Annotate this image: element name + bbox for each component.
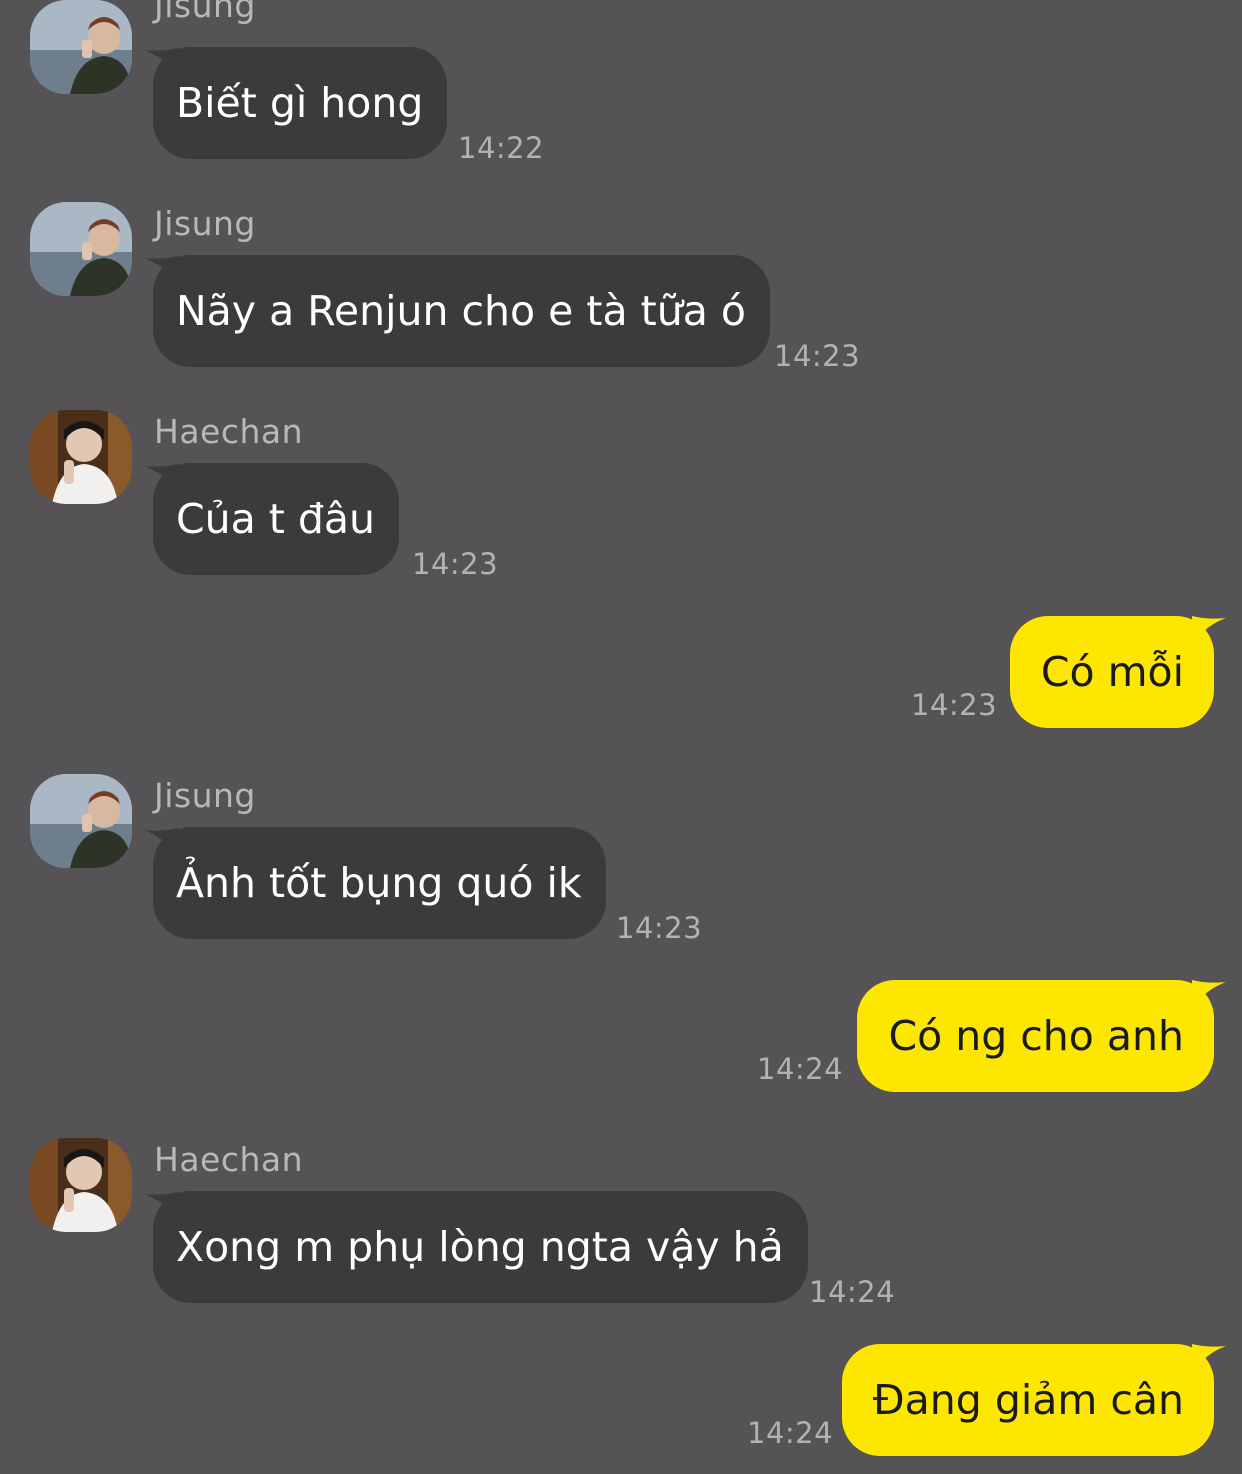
message-timestamp: 14:23: [911, 688, 998, 722]
sender-name: Jisung: [154, 204, 256, 243]
message-bubble[interactable]: Đang giảm cân: [841, 1344, 1214, 1456]
message-timestamp: 14:24: [809, 1275, 896, 1309]
message-bubble[interactable]: Của t đâu: [153, 463, 400, 575]
sender-name: Haechan: [154, 1140, 304, 1179]
haechan-avatar[interactable]: [30, 1138, 132, 1232]
message-bubble[interactable]: Nãy a Renjun cho e tà tữa ó: [153, 255, 770, 367]
message-bubble[interactable]: Xong m phụ lòng ngta vậy hả: [153, 1191, 808, 1303]
message-timestamp: 14:22: [458, 131, 545, 165]
message-bubble[interactable]: Ảnh tốt bụng quó ik: [153, 827, 606, 939]
bubble-tail: [1192, 616, 1226, 646]
sender-name: Haechan: [154, 412, 304, 451]
message-timestamp: 14:23: [412, 547, 499, 581]
haechan-avatar[interactable]: [30, 410, 132, 504]
message-bubble[interactable]: Có mỗi: [1009, 616, 1214, 728]
jisung-avatar[interactable]: [30, 774, 132, 868]
message-bubble[interactable]: Biết gì hong: [153, 47, 448, 159]
bubble-tail: [1192, 1344, 1226, 1374]
message-timestamp: 14:23: [616, 911, 703, 945]
message-timestamp: 14:24: [757, 1052, 844, 1086]
sender-name: Jisung: [154, 0, 256, 25]
sender-name: Jisung: [154, 776, 256, 815]
chat-thread[interactable]: Jisung Biết gì hong 14:22 Jisung Nãy a R…: [0, 0, 1242, 1474]
jisung-avatar[interactable]: [30, 202, 132, 296]
message-timestamp: 14:23: [774, 339, 861, 373]
message-bubble[interactable]: Có ng cho anh: [857, 980, 1214, 1092]
bubble-tail: [1192, 980, 1226, 1010]
jisung-avatar[interactable]: [30, 0, 132, 94]
message-timestamp: 14:24: [747, 1416, 834, 1450]
